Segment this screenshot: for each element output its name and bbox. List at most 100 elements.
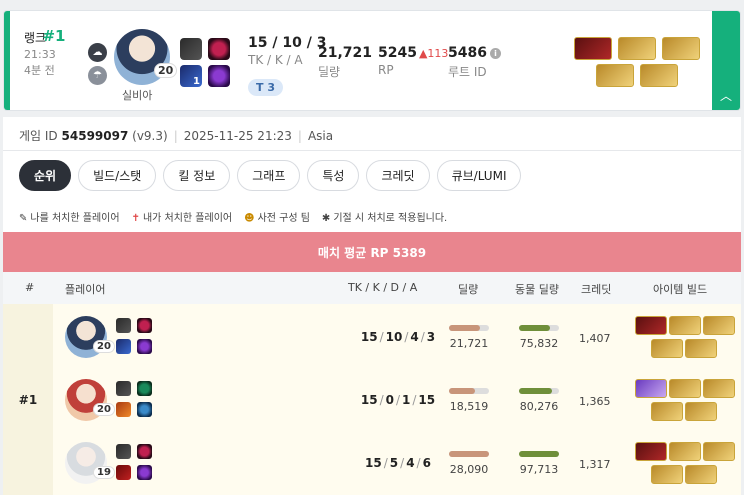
sub-trait-icon (137, 339, 152, 354)
asterisk-icon: ✱ (321, 213, 331, 224)
rp-change: ▲113 (418, 47, 449, 60)
trait-icon (137, 318, 152, 333)
item-chest[interactable] (618, 37, 656, 60)
table-row[interactable]: 20 15/10/4/3 21,721 75,832 1,407 (53, 306, 741, 369)
match-time: 21:33 (24, 48, 56, 61)
item-chest[interactable] (669, 316, 701, 335)
team-rank: #1 (3, 304, 53, 495)
damage-stat: 21,721 딜량 (318, 45, 372, 80)
rank-number: #1 (42, 27, 66, 45)
player-kda: 15/0/1/15 (360, 393, 436, 407)
item-weapon[interactable] (635, 316, 667, 335)
tab-cube-lumi[interactable]: 큐브/LUMI (436, 160, 522, 191)
game-id-label: 게임 ID (19, 129, 58, 143)
item-leg[interactable] (685, 465, 717, 484)
legend-item: ✎ 나를 처치한 플레이어 (19, 213, 120, 224)
match-region: Asia (307, 129, 334, 143)
tactical-skill-icon (116, 465, 131, 480)
item-weapon[interactable] (635, 442, 667, 461)
damage-value: 21,721 (449, 337, 489, 350)
item-leg[interactable] (685, 402, 717, 421)
table-header: # 플레이어 TK / K / D / A 딜량 동물 딜량 크레딧 아이템 빌… (3, 272, 741, 304)
item-weapon[interactable] (635, 379, 667, 398)
tactical-skill-icon (116, 402, 131, 417)
animal-damage-bar (519, 451, 559, 457)
rank-block: #1 랭크 21:33 4분 전 (24, 27, 66, 78)
item-arm[interactable] (651, 402, 683, 421)
item-arm[interactable] (651, 465, 683, 484)
credit-value: 1,407 (579, 332, 611, 345)
match-ago: 4분 전 (24, 64, 55, 77)
game-version: (v9.3) (132, 129, 168, 143)
col-player: 플레이어 (65, 283, 106, 296)
kda-label: TK / K / A (248, 53, 303, 67)
legend: ✎ 나를 처치한 플레이어 ✝ 내가 처치한 플레이어 ☻ 사전 구성 팀 ✱ 기절 시… (19, 209, 447, 224)
sub-trait-icon (208, 65, 230, 87)
table-row[interactable]: 20 15/0/1/15 18,519 80,276 1,365 (53, 369, 741, 432)
tab-credit[interactable]: 크레딧 (366, 160, 430, 191)
character-name: 실비아 (122, 89, 153, 102)
trait-icon (137, 444, 152, 459)
tab-build-stats[interactable]: 빌드/스탯 (78, 160, 157, 191)
animal-damage-value: 80,276 (519, 400, 559, 413)
item-leg[interactable] (640, 64, 678, 87)
player-level: 20 (93, 340, 115, 353)
damage-bar (449, 451, 489, 457)
detail-tabs: 순위 빌드/스탯 킬 정보 그래프 특성 크레딧 큐브/LUMI (19, 160, 522, 191)
col-item-build: 아이템 빌드 (653, 283, 708, 296)
weapon-icon (116, 444, 131, 459)
tab-kill-info[interactable]: 킬 정보 (163, 160, 231, 191)
damage-value: 18,519 (449, 400, 489, 413)
item-head[interactable] (703, 442, 735, 461)
item-chest[interactable] (669, 379, 701, 398)
item-arm[interactable] (596, 64, 634, 87)
tier-badge: T 3 (248, 79, 283, 96)
divider (3, 150, 741, 151)
route-stat[interactable]: 5486 i 루트 ID (448, 45, 501, 80)
col-rank: # (25, 281, 35, 294)
tab-ranking[interactable]: 순위 (19, 160, 72, 191)
tab-graph[interactable]: 그래프 (237, 160, 301, 191)
sub-trait-icon (137, 465, 152, 480)
damage-label: 딜량 (318, 65, 341, 79)
animal-damage-bar (519, 325, 559, 331)
credit-value: 1,365 (579, 395, 611, 408)
animal-damage-bar (519, 388, 559, 394)
match-detail-panel: 게임 ID 54599097 (v9.3) | 2025-11-25 21:23 | A… (3, 117, 741, 495)
character-level: 20 (154, 63, 178, 78)
player-kda: 15/10/4/3 (360, 330, 436, 344)
match-summary-card[interactable]: #1 랭크 21:33 4분 전 ☁ ☂ 20 실비아 1 15 / 10 / … (3, 10, 741, 111)
rank-accent-bar (4, 11, 10, 110)
info-icon[interactable]: i (489, 47, 501, 59)
kda-stat: 15 / 10 / 3 TK / K / A (248, 35, 326, 67)
player-level: 20 (93, 403, 115, 416)
collapse-button[interactable]: ︿ (712, 11, 740, 110)
player-level: 19 (93, 466, 115, 479)
col-damage: 딜량 (458, 283, 479, 296)
item-arm[interactable] (651, 339, 683, 358)
legend-item: ✝ 내가 처치한 플레이어 (131, 213, 233, 224)
team-rows: #1 20 15/10/4/3 21,721 75,832 1,407 20 1… (3, 304, 741, 495)
item-leg[interactable] (685, 339, 717, 358)
item-head[interactable] (703, 379, 735, 398)
rp-value: 5245 (378, 45, 417, 61)
rp-stat: 5245 ▲113 RP (378, 45, 448, 77)
col-animal-damage: 동물 딜량 (515, 283, 559, 296)
rp-label: RP (378, 63, 394, 77)
damage-value: 28,090 (449, 463, 489, 476)
average-rp-banner: 매치 평균 RP 5389 (3, 232, 741, 272)
tab-traits[interactable]: 특성 (307, 160, 360, 191)
item-head[interactable] (703, 316, 735, 335)
player-kda: 15/5/4/6 (365, 456, 431, 470)
col-credit: 크레딧 (581, 283, 612, 296)
table-row[interactable]: 19 15/5/4/6 28,090 97,713 1,317 (53, 432, 741, 495)
match-datetime: 2025-11-25 21:23 (183, 129, 292, 143)
item-head[interactable] (662, 37, 700, 60)
animal-damage-value: 97,713 (519, 463, 559, 476)
weapon-icon (180, 38, 202, 60)
item-weapon[interactable] (574, 37, 612, 60)
legend-item: ☻ 사전 구성 팀 (244, 213, 310, 224)
trait-icon (208, 38, 230, 60)
item-chest[interactable] (669, 442, 701, 461)
cloud-icon: ☁ (88, 43, 107, 62)
